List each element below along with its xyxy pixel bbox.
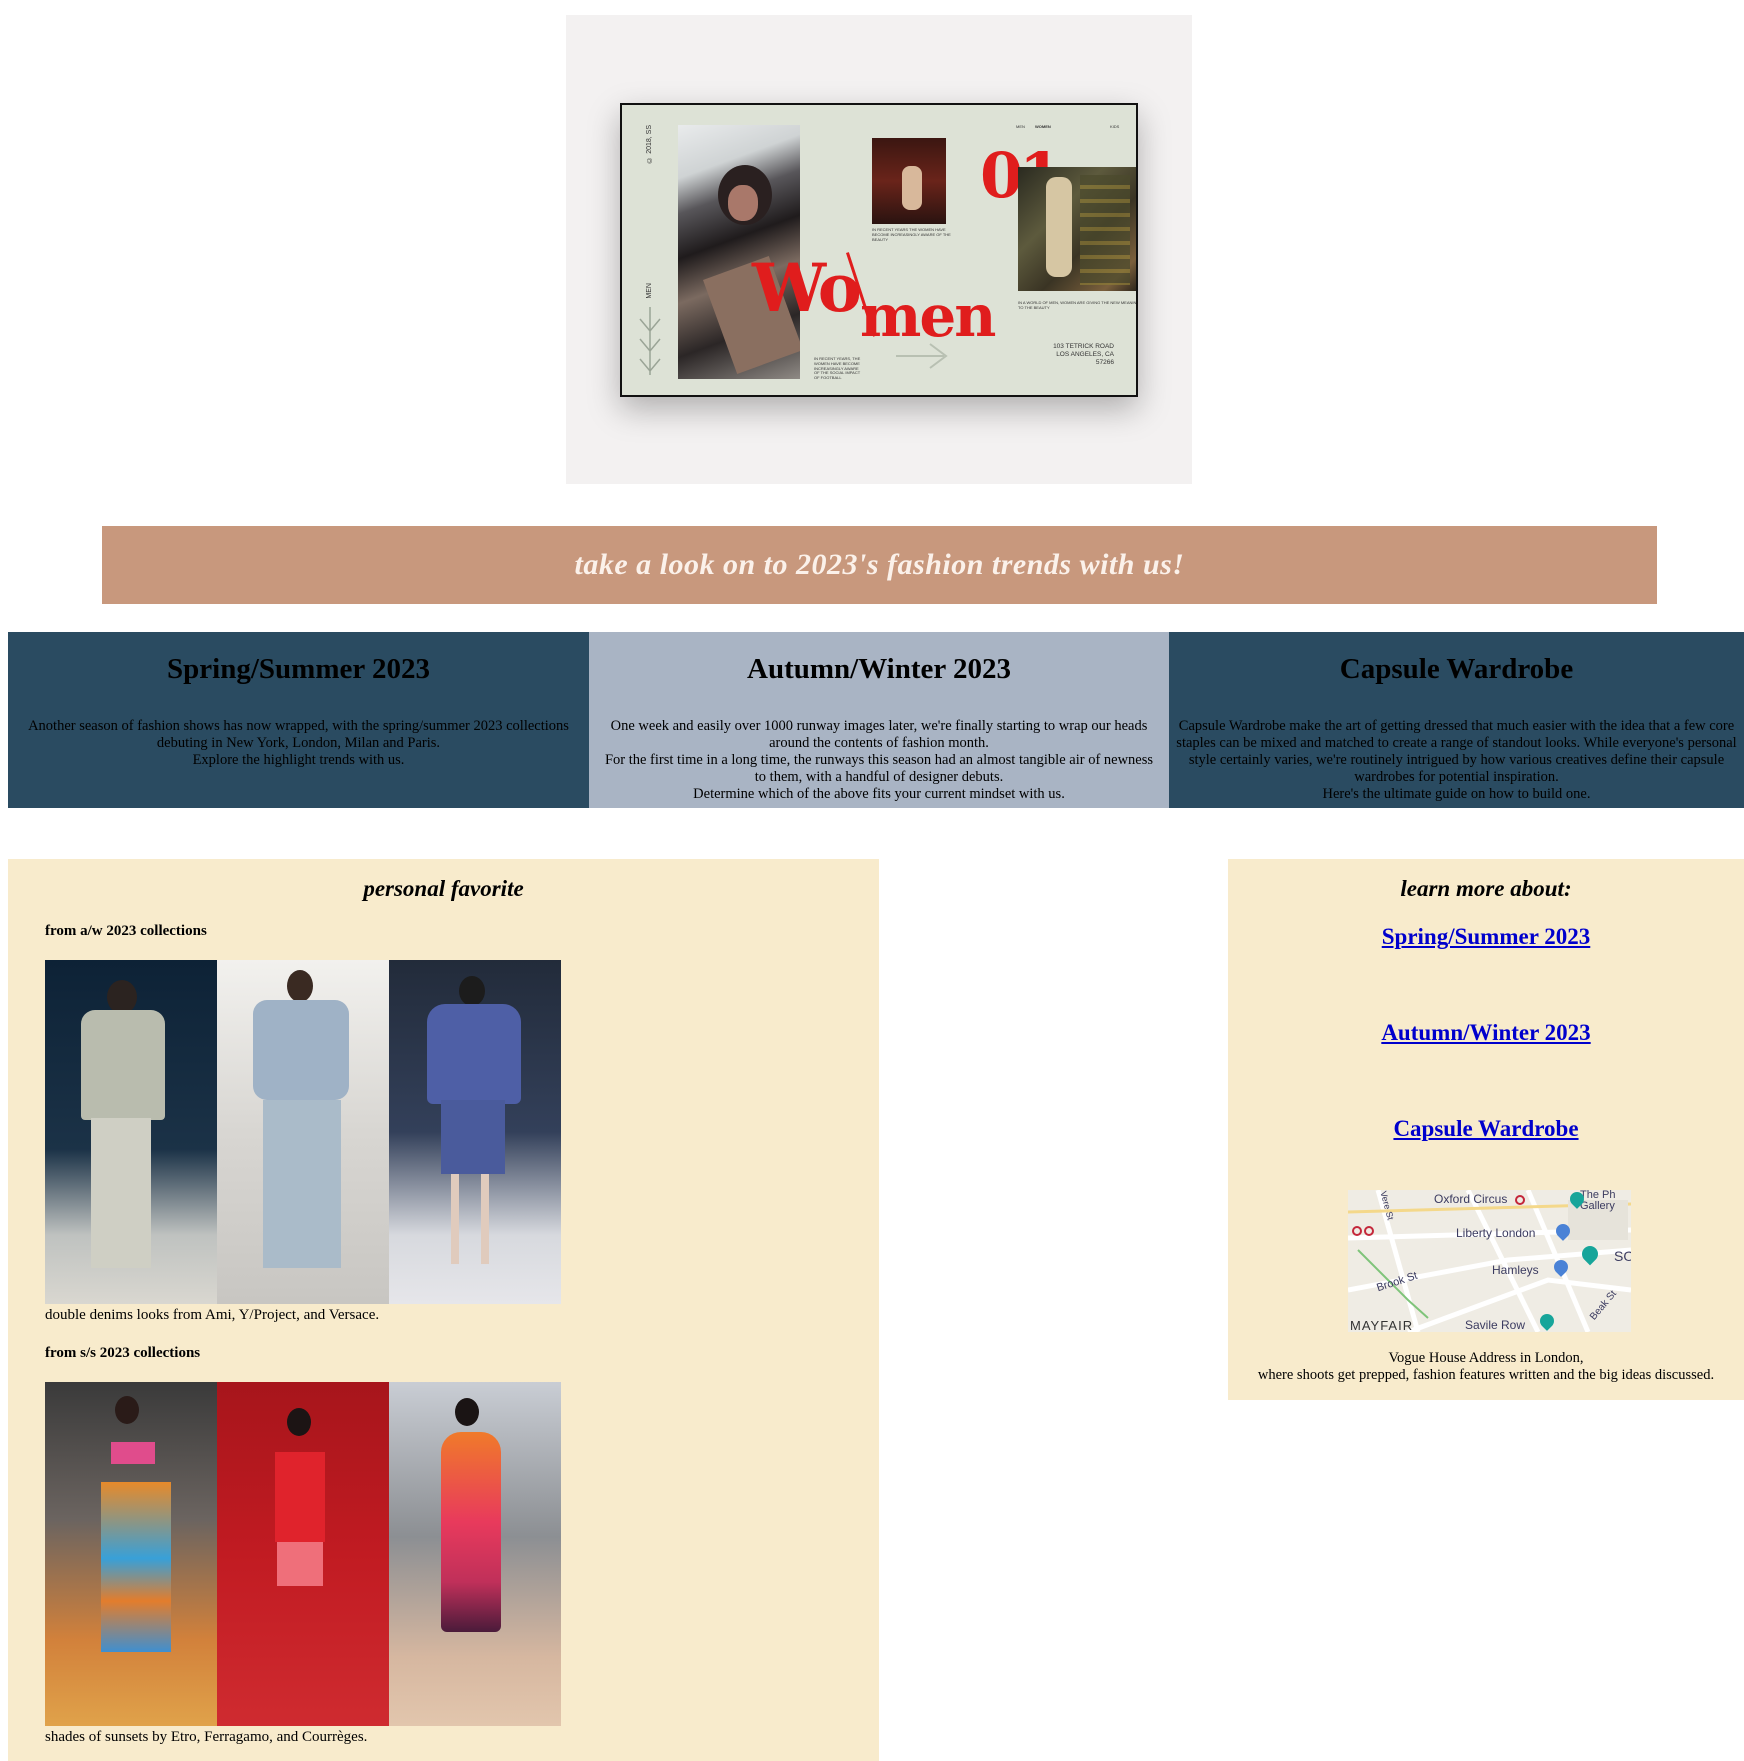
ss-caption: shades of sunsets by Etro, Ferragamo, an… — [45, 1729, 368, 1745]
poster-caption-left: IN RECENT YEARS, THE WOMEN HAVE BECOME I… — [814, 356, 861, 381]
underground-icon — [1364, 1226, 1374, 1236]
link-autumn-winter-anchor[interactable]: Autumn/Winter 2023 — [1381, 1020, 1590, 1045]
ss-photo-etro — [45, 1382, 217, 1726]
poster-address: 103 TETRICK ROAD LOS ANGELES, CA 57266 — [1052, 343, 1114, 366]
hero-poster: © 2018, SS MEN IN RECENT YEARS THE WOMEN… — [620, 103, 1138, 397]
map-label-hamleys: Hamleys — [1492, 1263, 1539, 1277]
ss-heading: from s/s 2023 collections — [45, 1345, 201, 1361]
column-text: around the contents of fashion month. — [769, 735, 989, 751]
column-text: Another season of fashion shows has now … — [28, 718, 569, 734]
down-arrows-icon — [639, 307, 661, 375]
banner-text: take a look on to 2023's fashion trends … — [574, 548, 1185, 581]
column-text: wardrobes for potential inspiration. — [1354, 769, 1559, 785]
column-spring-summer: Spring/Summer 2023 Another season of fas… — [8, 632, 589, 808]
link-capsule-wardrobe: Capsule Wardrobe — [1228, 1116, 1744, 1142]
aw-caption: double denims looks from Ami, Y/Project,… — [45, 1307, 380, 1323]
column-text: Determine which of the above fits your c… — [693, 786, 1065, 802]
personal-favorite-panel: personal favorite from a/w 2023 collecti… — [8, 859, 879, 1761]
note-line1: Vogue House Address in London, — [1388, 1350, 1584, 1366]
column-title: Spring/Summer 2023 — [167, 653, 430, 685]
poster-address-line3: 57266 — [1095, 358, 1114, 366]
note-line2: where shoots get prepped, fashion featur… — [1257, 1367, 1715, 1383]
column-text: debuting in New York, London, Milan and … — [156, 735, 441, 751]
underground-icon — [1515, 1195, 1525, 1205]
poster-wordmark-top: Wo — [752, 249, 862, 327]
column-autumn-winter: Autumn/Winter 2023 One week and easily o… — [589, 632, 1169, 808]
vogue-house-map[interactable]: Oxford Circus Vere St The Ph Gallery Lib… — [1348, 1190, 1631, 1332]
map-label-oxford: Oxford Circus — [1434, 1192, 1508, 1206]
ss-gallery — [45, 1382, 561, 1726]
poster-wordmark-bottom: men — [860, 282, 996, 350]
aw-photo-ami — [45, 960, 217, 1304]
poster-address-line1: 103 TETRICK ROAD — [1053, 343, 1114, 350]
map-label-liberty: Liberty London — [1456, 1226, 1536, 1240]
column-text: to them, with a handful of designer debu… — [754, 769, 1004, 785]
favorite-title: personal favorite — [363, 876, 524, 901]
aw-photo-yproject — [217, 960, 389, 1304]
poster-photo-small — [872, 138, 946, 224]
poster-caption-small: IN RECENT YEARS THE WOMEN HAVE BECOME IN… — [872, 227, 951, 242]
aw-gallery — [45, 960, 561, 1304]
vogue-house-note: Vogue House Address in London, where sho… — [1228, 1350, 1744, 1384]
link-spring-summer-anchor[interactable]: Spring/Summer 2023 — [1382, 924, 1591, 949]
poster-side-label: MEN — [646, 283, 653, 299]
column-text: style certainly varies, we're routinely … — [1188, 752, 1725, 768]
column-text: staples can be mixed and matched to crea… — [1176, 735, 1737, 751]
map-label-mayfair: MAYFAIR — [1350, 1318, 1414, 1332]
poster-nav-kids: KIDS — [1110, 124, 1120, 129]
column-text: Capsule Wardrobe make the art of getting… — [1178, 718, 1735, 734]
ss-photo-ferragamo — [217, 1382, 389, 1726]
poster-address-line2: LOS ANGELES, CA — [1056, 350, 1114, 358]
column-title: Capsule Wardrobe — [1339, 653, 1574, 685]
aw-heading: from a/w 2023 collections — [45, 923, 207, 939]
column-text: One week and easily over 1000 runway ima… — [610, 718, 1148, 734]
poster-nav-women: WOMEN — [1035, 124, 1051, 129]
right-arrow-icon — [896, 343, 948, 369]
ss-photo-courreges — [389, 1382, 561, 1726]
link-capsule-wardrobe-anchor[interactable]: Capsule Wardrobe — [1393, 1116, 1578, 1141]
link-spring-summer: Spring/Summer 2023 — [1228, 924, 1744, 950]
column-text: Here's the ultimate guide on how to buil… — [1322, 786, 1591, 802]
poster-photo-store — [1018, 167, 1136, 291]
season-columns: Spring/Summer 2023 Another season of fas… — [8, 632, 1744, 808]
map-label-gallery: The Ph Gallery — [1580, 1190, 1616, 1212]
poster-copyright: © 2018, SS — [646, 125, 653, 163]
learn-title: learn more about: — [1400, 876, 1572, 901]
column-capsule-wardrobe: Capsule Wardrobe Capsule Wardrobe make t… — [1169, 632, 1744, 808]
poster-caption-right: IN A WORLD OF MEN, WOMEN ARE GIVING THE … — [1018, 300, 1138, 310]
column-text: For the first time in a long time, the r… — [604, 752, 1154, 768]
trend-banner: take a look on to 2023's fashion trends … — [102, 526, 1657, 604]
aw-photo-versace — [389, 960, 561, 1304]
underground-icon — [1352, 1226, 1362, 1236]
link-autumn-winter: Autumn/Winter 2023 — [1228, 1020, 1744, 1046]
column-title: Autumn/Winter 2023 — [747, 653, 1011, 685]
map-label-soho: SO — [1614, 1248, 1631, 1264]
hero-image: © 2018, SS MEN IN RECENT YEARS THE WOMEN… — [566, 15, 1192, 484]
poster-nav-men: MEN — [1016, 124, 1025, 129]
map-label-savile: Savile Row — [1465, 1318, 1526, 1332]
learn-more-panel: learn more about: Spring/Summer 2023 Aut… — [1228, 859, 1744, 1400]
column-text: Explore the highlight trends with us. — [192, 752, 405, 768]
